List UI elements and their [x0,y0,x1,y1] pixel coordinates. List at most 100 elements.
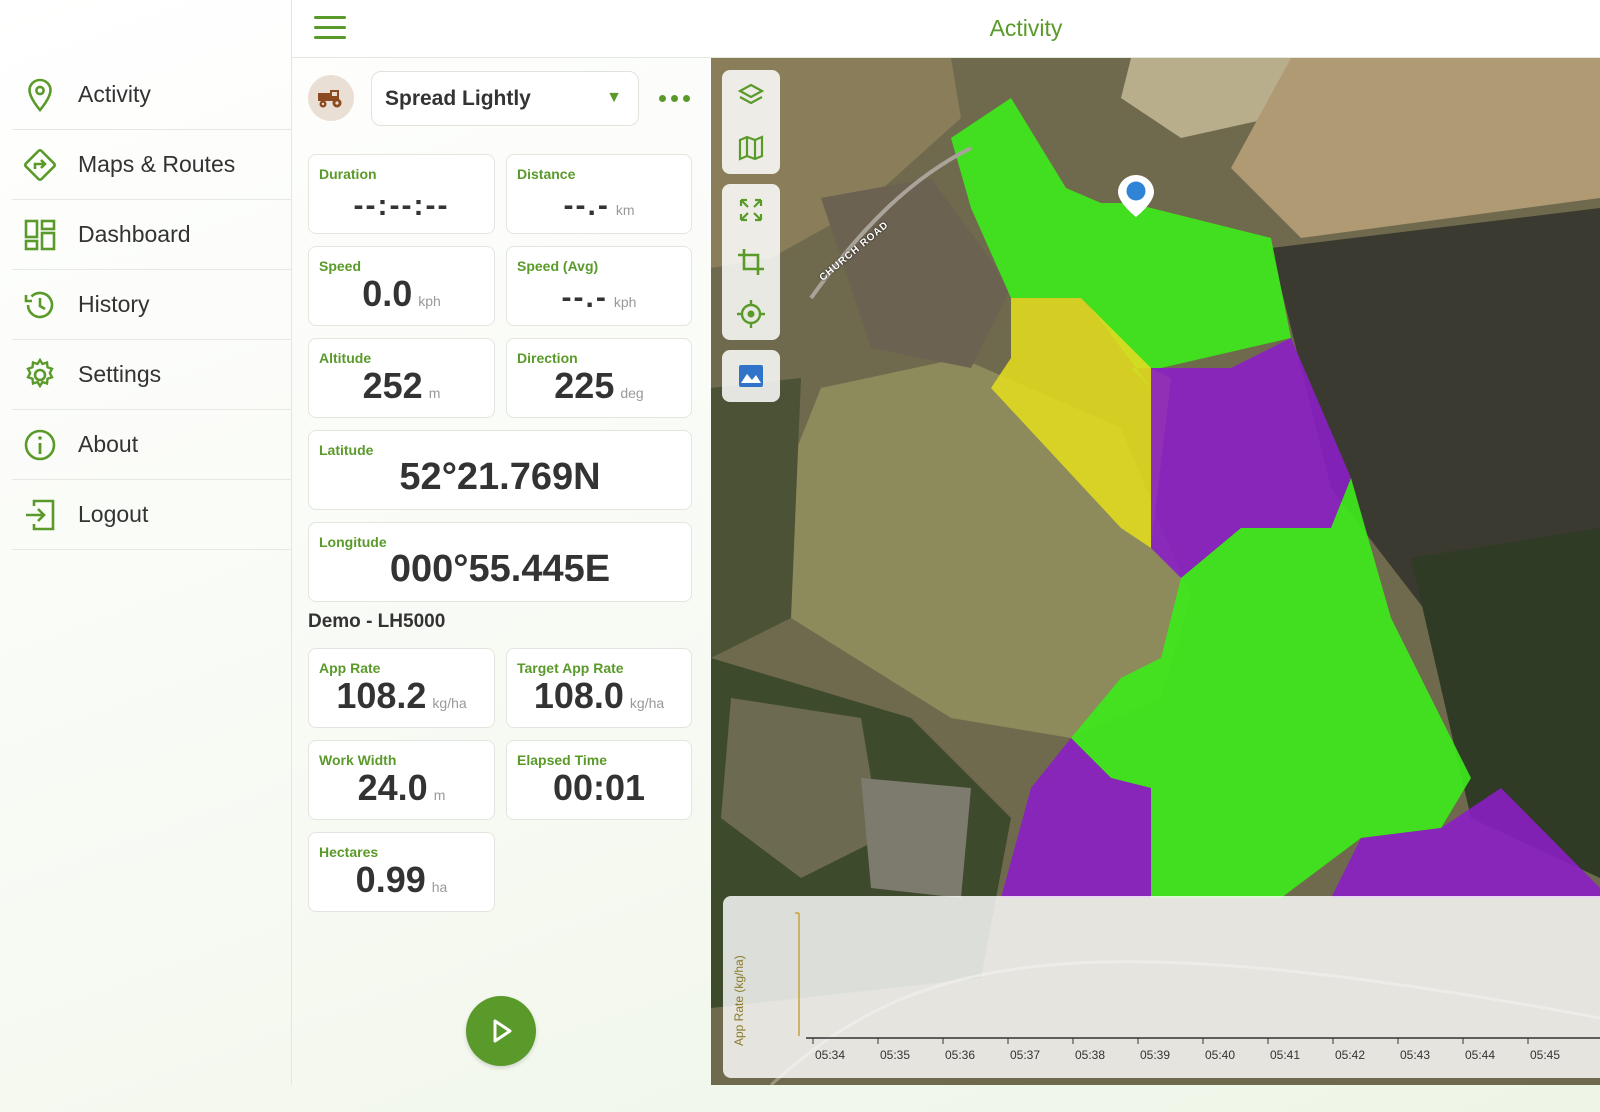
elapsed-time-card: Elapsed Time 00:01 [506,740,692,820]
logout-icon [12,497,68,533]
speed-label: Speed [319,258,362,274]
locate-icon [737,300,765,328]
hectares-value: 0.99 ha [355,859,448,900]
chart-x-tick-label: 05:39 [1140,1048,1170,1062]
location-pin-icon [12,77,68,113]
work-width-value: 24.0 m [357,767,446,808]
history-icon [12,287,68,323]
map-terrain-tools [722,350,780,402]
duration-value: --:--:-- [353,189,450,222]
latitude-value: 52°21.769N [399,456,601,498]
sidebar-item-label: Dashboard [78,221,191,247]
info-icon [12,427,68,463]
dashboard-icon [12,217,68,253]
fit-bounds-icon [739,198,763,222]
sidebar-item-activity[interactable]: Activity [12,60,292,130]
app-rate-card: App Rate 108.2 kg/ha [308,648,495,728]
altitude-card: Altitude 252 m [308,338,495,418]
altitude-value: 252 m [362,365,441,406]
latitude-card: Latitude 52°21.769N [308,430,692,510]
direction-label: Direction [517,350,578,366]
sidebar-item-label: Settings [78,361,162,387]
speed-avg-card: Speed (Avg) --.- kph [506,246,692,326]
target-app-rate-label: Target App Rate [517,660,624,676]
app-rate-chart-plot: App Rate (kg/ha) 05:34 05:35 05:36 05:37 05:… [732,912,1600,1062]
map-type-button[interactable] [722,122,780,174]
duration-card: Duration --:--:-- [308,154,495,234]
distance-card: Distance --.- km [506,154,692,234]
chart-x-ticks: 05:34 05:35 05:36 05:37 05:38 05:39 05:40 05:41… [812,1038,1560,1062]
current-location-marker [1116,173,1156,219]
speed-card: Speed 0.0 kph [308,246,495,326]
crop-button[interactable] [722,236,780,288]
chart-x-tick-label: 05:43 [1400,1048,1430,1062]
terrain-icon [739,365,763,387]
speed-value: 0.0 kph [362,273,441,314]
sidebar-item-history[interactable]: History [12,270,292,340]
sidebar-item-logout[interactable]: Logout [12,480,292,550]
target-app-rate-card: Target App Rate 108.0 kg/ha [506,648,692,728]
sidebar-item-label: Activity [78,81,151,107]
sidebar-item-label: About [78,431,139,457]
speed-avg-value: --.- kph [561,281,637,314]
distance-label: Distance [517,166,576,182]
spreader-tractor-icon [308,75,354,121]
sidebar-item-about[interactable]: About [12,410,292,480]
hectares-label: Hectares [319,844,379,860]
sidebar-item-label: History [78,291,150,317]
sidebar-item-maps-routes[interactable]: Maps & Routes [12,130,292,200]
activity-type-value: Spread Lightly [385,86,531,110]
app-rate-chart: App Rate (kg/ha) 05:34 05:35 05:36 05:37 05:… [723,896,1600,1078]
target-app-rate-value: 108.0 kg/ha [533,675,665,716]
top-bar: Activity [292,0,1600,58]
crop-icon [738,249,764,275]
chart-x-tick-label: 05:42 [1335,1048,1365,1062]
terrain-button[interactable] [722,350,780,402]
chart-x-tick-label: 05:45 [1530,1048,1560,1062]
chart-x-tick-label: 05:35 [880,1048,910,1062]
distance-value: --.- km [563,189,635,222]
gear-icon [12,357,68,393]
device-name: Demo - LH5000 [308,611,446,632]
play-icon [493,1019,512,1043]
activity-panel: Spread Lightly ▼ Duration --:--:-- Dista… [292,58,711,1085]
sidebar-item-dashboard[interactable]: Dashboard [12,200,292,270]
app-rate-label: App Rate [319,660,381,676]
chart-x-tick-label: 05:36 [945,1048,975,1062]
duration-label: Duration [319,166,377,182]
chevron-down-icon: ▼ [606,89,622,106]
start-activity-button[interactable] [466,996,536,1066]
page-title: Activity [989,15,1063,41]
layers-icon [737,83,765,105]
chart-x-tick-label: 05:40 [1205,1048,1235,1062]
direction-card: Direction 225 deg [506,338,692,418]
chart-x-tick-label: 05:41 [1270,1048,1300,1062]
map-icon [738,135,764,161]
activity-type-select[interactable]: Spread Lightly ▼ [371,71,639,126]
sidebar-item-label: Maps & Routes [78,151,236,177]
direction-value: 225 deg [554,365,644,406]
sidebar-item-label: Logout [78,501,149,527]
chart-x-tick-label: 05:37 [1010,1048,1040,1062]
elapsed-time-value: 00:01 [552,767,646,808]
chart-x-tick-label: 05:44 [1465,1048,1495,1062]
map-view-tools [722,184,780,340]
chart-x-tick-label: 05:34 [815,1048,845,1062]
more-options-icon[interactable] [659,86,693,110]
app-rate-value: 108.2 kg/ha [336,675,467,716]
map-layer-tools [722,70,780,174]
layers-button[interactable] [722,70,780,122]
elapsed-time-label: Elapsed Time [517,752,608,768]
route-sign-icon [12,147,68,183]
sidebar-nav: Activity Maps & Routes Dashboard History… [12,60,292,550]
longitude-card: Longitude 000°55.445E [308,522,692,602]
work-width-label: Work Width [319,752,397,768]
locate-button[interactable] [722,288,780,340]
fit-bounds-button[interactable] [722,184,780,236]
work-width-card: Work Width 24.0 m [308,740,495,820]
sidebar-item-settings[interactable]: Settings [12,340,292,410]
speed-avg-label: Speed (Avg) [517,258,599,274]
chart-y-axis-label: App Rate (kg/ha) [732,955,746,1046]
map-view[interactable]: CHURCH ROAD App Rate (kg/ha) 05:34 05:35… [711,58,1600,1085]
hectares-card: Hectares 0.99 ha [308,832,495,912]
